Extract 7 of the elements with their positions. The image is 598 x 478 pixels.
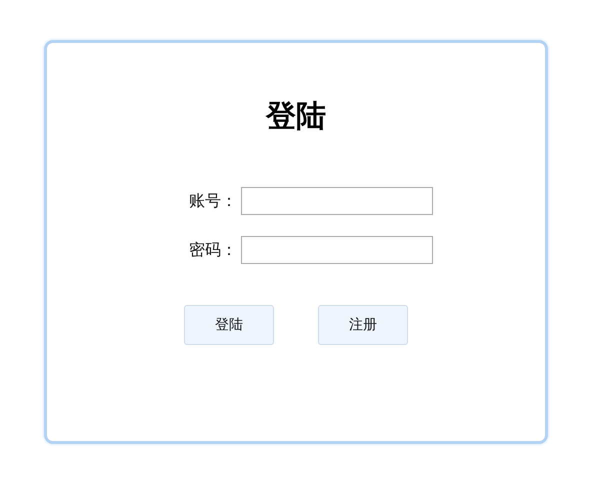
form-button[interactable]: 登陆 (184, 305, 274, 345)
field-label: 账号： (189, 190, 237, 212)
login-title: 登陆 (266, 98, 326, 136)
form-button[interactable]: 注册 (318, 305, 408, 345)
field-label: 密码： (189, 240, 237, 260)
input-field[interactable] (241, 236, 433, 264)
input-field[interactable] (241, 187, 433, 215)
